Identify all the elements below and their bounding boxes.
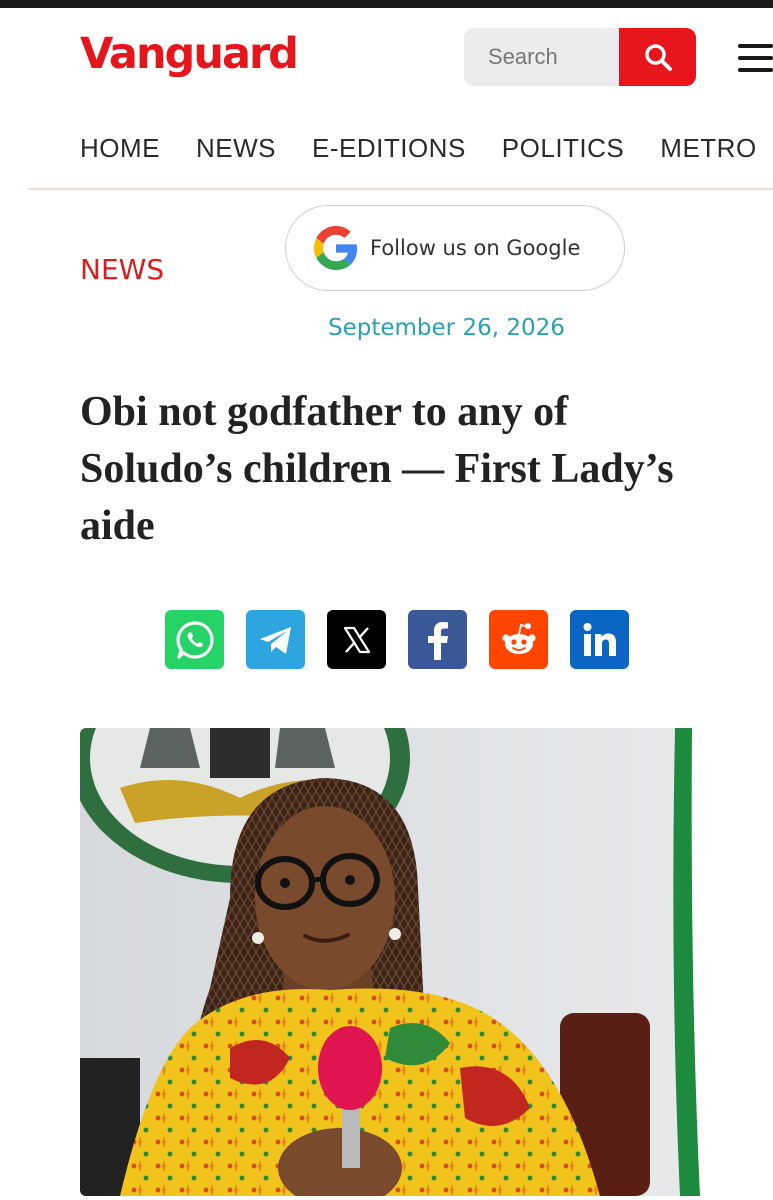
google-icon [314, 226, 358, 270]
whatsapp-icon [175, 620, 214, 659]
article-photo [80, 728, 715, 1196]
search-icon [644, 44, 672, 71]
reddit-icon [501, 622, 536, 654]
top-border [0, 0, 773, 8]
vanguard-logo[interactable]: Vanguard [80, 26, 299, 82]
follow-on-google-button[interactable]: Follow us on Google [285, 205, 625, 291]
menu-line [738, 68, 773, 72]
follow-label: Follow us on Google [370, 236, 581, 260]
search-button[interactable] [619, 28, 696, 86]
main-nav: HOME NEWS E-EDITIONS POLITICS METRO [80, 128, 773, 168]
share-buttons [165, 610, 629, 669]
facebook-share-button[interactable] [408, 610, 467, 669]
nav-home[interactable]: HOME [80, 128, 160, 168]
article-headline: Obi not godfather to any of Soludo’s chi… [80, 389, 674, 549]
nav-divider [28, 188, 773, 190]
telegram-share-button[interactable] [246, 610, 305, 669]
search-input[interactable] [464, 28, 619, 86]
nav-politics[interactable]: POLITICS [502, 128, 624, 168]
nav-news[interactable]: NEWS [196, 128, 276, 168]
article-photo-illustration [80, 728, 715, 1196]
menu-line [738, 44, 773, 48]
linkedin-share-button[interactable] [570, 610, 629, 669]
telegram-icon [259, 626, 291, 654]
facebook-icon [427, 621, 448, 660]
article-date: September 26, 2026 [328, 315, 565, 341]
article-category[interactable]: NEWS [80, 252, 164, 288]
whatsapp-share-button[interactable] [165, 610, 224, 669]
x-icon [343, 626, 370, 653]
nav-metro[interactable]: METRO [660, 128, 756, 168]
reddit-share-button[interactable] [489, 610, 548, 669]
search-bar [464, 28, 696, 86]
linkedin-icon [583, 622, 616, 656]
x-share-button[interactable] [327, 610, 386, 669]
hamburger-menu-icon[interactable] [738, 44, 773, 72]
menu-line [738, 56, 773, 60]
nav-e-editions[interactable]: E-EDITIONS [312, 128, 466, 168]
